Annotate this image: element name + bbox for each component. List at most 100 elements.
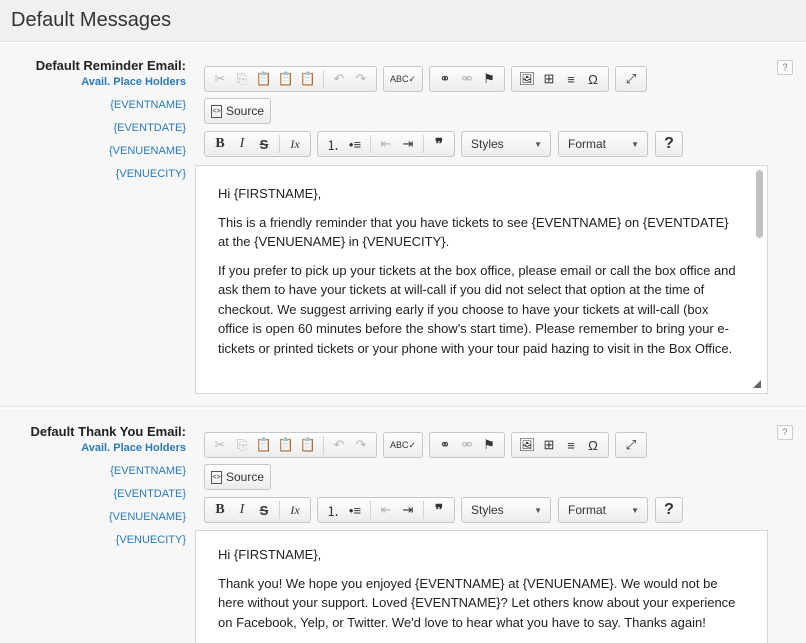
undo-icon[interactable]: ↶: [328, 69, 350, 89]
link-icon[interactable]: ⚭: [434, 435, 456, 455]
page-title: Default Messages: [11, 9, 172, 31]
placeholders-heading: Avail. Place Holders: [81, 442, 186, 454]
horizontal-rule-icon[interactable]: ≡: [560, 435, 582, 455]
image-icon[interactable]: 🖼: [516, 69, 538, 89]
unlink-icon[interactable]: ⚮: [456, 69, 478, 89]
reminder-paragraph: If you prefer to pick up your tickets at…: [218, 262, 736, 356]
thankyou-help-button[interactable]: ?: [777, 425, 793, 440]
styles-label: Styles: [471, 137, 504, 151]
source-label: Source: [226, 104, 265, 118]
editor-help-button[interactable]: ?: [655, 131, 683, 157]
basic-style-group: B I S Ix: [204, 131, 311, 157]
format-label: Format: [568, 137, 607, 151]
paste-text-icon[interactable]: 📋: [275, 435, 297, 455]
special-char-icon[interactable]: Ω: [582, 435, 604, 455]
table-icon[interactable]: ⊞: [538, 435, 560, 455]
reminder-paragraph: Hi {FIRSTNAME},: [218, 186, 322, 201]
basic-style-group: B I S Ix: [204, 497, 311, 523]
thankyou-email-section: Default Thank You Email: Avail. Place Ho…: [0, 409, 806, 643]
special-char-icon[interactable]: Ω: [582, 69, 604, 89]
strikethrough-icon[interactable]: S: [253, 134, 275, 154]
remove-format-icon[interactable]: Ix: [284, 500, 306, 520]
redo-icon[interactable]: ↷: [350, 435, 372, 455]
source-button[interactable]: <> Source: [204, 98, 272, 124]
outdent-icon[interactable]: ⇤: [375, 500, 397, 520]
maximize-icon[interactable]: ⤢: [620, 69, 642, 89]
italic-icon[interactable]: I: [231, 500, 253, 520]
undo-icon[interactable]: ↶: [328, 435, 350, 455]
maximize-group: ⤢: [615, 66, 647, 92]
source-icon: <>: [211, 470, 222, 484]
indent-icon[interactable]: ⇥: [397, 134, 419, 154]
link-icon[interactable]: ⚭: [434, 69, 456, 89]
format-dropdown[interactable]: Format ▼: [558, 131, 648, 157]
bold-icon[interactable]: B: [209, 500, 231, 520]
placeholder-venuename: {VENUENAME}: [108, 145, 186, 157]
cut-icon[interactable]: ✂: [209, 69, 231, 89]
blockquote-icon[interactable]: ❞: [428, 500, 450, 520]
maximize-group: ⤢: [615, 432, 647, 458]
placeholder-eventdate: {EVENTDATE}: [113, 488, 186, 500]
anchor-flag-icon[interactable]: ⚑: [478, 435, 500, 455]
remove-format-icon[interactable]: Ix: [284, 134, 306, 154]
toolbar-separator: [323, 436, 324, 454]
reminder-help-button[interactable]: ?: [777, 60, 793, 75]
placeholder-eventdate: {EVENTDATE}: [113, 122, 186, 134]
insert-group: 🖼 ⊞ ≡ Ω: [511, 432, 609, 458]
toolbar-separator: [279, 135, 280, 153]
outdent-icon[interactable]: ⇤: [375, 134, 397, 154]
image-icon[interactable]: 🖼: [516, 435, 538, 455]
anchor-flag-icon[interactable]: ⚑: [478, 69, 500, 89]
styles-dropdown[interactable]: Styles ▼: [461, 131, 551, 157]
placeholders-heading: Avail. Place Holders: [81, 76, 186, 88]
styles-dropdown[interactable]: Styles ▼: [461, 497, 551, 523]
list-group: ⒈ •≡ ⇤ ⇥ ❞: [317, 497, 455, 523]
copy-icon[interactable]: ⎘: [231, 435, 253, 455]
resize-handle-icon[interactable]: [753, 380, 761, 388]
italic-icon[interactable]: I: [231, 134, 253, 154]
bold-icon[interactable]: B: [209, 134, 231, 154]
bulleted-list-icon[interactable]: •≡: [344, 500, 366, 520]
toolbar-separator: [323, 70, 324, 88]
table-icon[interactable]: ⊞: [538, 69, 560, 89]
spellcheck-icon[interactable]: ABC✓: [388, 435, 418, 455]
format-dropdown[interactable]: Format ▼: [558, 497, 648, 523]
chevron-down-icon: ▼: [534, 139, 542, 149]
paste-word-icon[interactable]: 📋: [297, 435, 319, 455]
chevron-down-icon: ▼: [631, 139, 639, 149]
list-group: ⒈ •≡ ⇤ ⇥ ❞: [317, 131, 455, 157]
numbered-list-icon[interactable]: ⒈: [322, 134, 344, 154]
spellcheck-icon[interactable]: ABC✓: [388, 69, 418, 89]
reminder-labels: Default Reminder Email: Avail. Place Hol…: [36, 58, 186, 181]
strikethrough-icon[interactable]: S: [253, 500, 275, 520]
horizontal-rule-icon[interactable]: ≡: [560, 69, 582, 89]
source-button[interactable]: <> Source: [204, 464, 272, 490]
maximize-icon[interactable]: ⤢: [620, 435, 642, 455]
paste-icon[interactable]: 📋: [253, 69, 275, 89]
reminder-editor-content[interactable]: Hi {FIRSTNAME}, This is a friendly remin…: [195, 165, 768, 394]
page-header: Default Messages: [0, 0, 806, 42]
redo-icon[interactable]: ↷: [350, 69, 372, 89]
editor-toolbar-row-2: <> Source: [204, 98, 277, 124]
copy-icon[interactable]: ⎘: [231, 69, 253, 89]
styles-label: Styles: [471, 503, 504, 517]
link-group: ⚭ ⚮ ⚑: [429, 66, 505, 92]
thankyou-paragraph: Thank you! We hope you enjoyed {EVENTNAM…: [218, 575, 736, 630]
numbered-list-icon[interactable]: ⒈: [322, 500, 344, 520]
placeholder-eventname: {EVENTNAME}: [110, 465, 186, 477]
thankyou-labels: Default Thank You Email: Avail. Place Ho…: [30, 424, 186, 547]
source-label: Source: [226, 470, 265, 484]
editor-scrollbar[interactable]: [756, 170, 763, 238]
thankyou-editor-content[interactable]: Hi {FIRSTNAME}, Thank you! We hope you e…: [195, 530, 768, 643]
editor-help-button[interactable]: ?: [655, 497, 683, 523]
editor-toolbar-row-1: ✂ ⎘ 📋 📋 📋 ↶ ↷ ABC✓ ⚭ ⚮ ⚑ 🖼 ⊞ ≡ Ω ⤢: [204, 66, 653, 92]
cut-icon[interactable]: ✂: [209, 435, 231, 455]
paste-text-icon[interactable]: 📋: [275, 69, 297, 89]
indent-icon[interactable]: ⇥: [397, 500, 419, 520]
blockquote-icon[interactable]: ❞: [428, 134, 450, 154]
bulleted-list-icon[interactable]: •≡: [344, 134, 366, 154]
paste-word-icon[interactable]: 📋: [297, 69, 319, 89]
spellcheck-group: ABC✓: [383, 432, 423, 458]
paste-icon[interactable]: 📋: [253, 435, 275, 455]
unlink-icon[interactable]: ⚮: [456, 435, 478, 455]
